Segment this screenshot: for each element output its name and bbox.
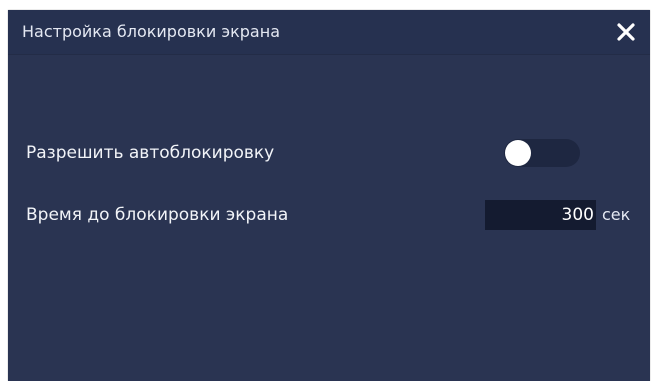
auto-lock-label: Разрешить автоблокировку: [26, 143, 275, 163]
toggle-knob: [505, 140, 531, 166]
lock-time-input[interactable]: [485, 200, 596, 230]
lock-time-label: Время до блокировки экрана: [26, 205, 289, 225]
close-button[interactable]: [614, 20, 638, 44]
auto-lock-toggle[interactable]: [504, 139, 580, 167]
lock-time-unit: сек: [602, 205, 631, 224]
close-icon: [617, 23, 635, 41]
screen-lock-settings-dialog: Настройка блокировки экрана Разрешить ав…: [8, 10, 650, 381]
dialog-titlebar: Настройка блокировки экрана: [8, 10, 650, 55]
dialog-title: Настройка блокировки экрана: [22, 22, 280, 41]
